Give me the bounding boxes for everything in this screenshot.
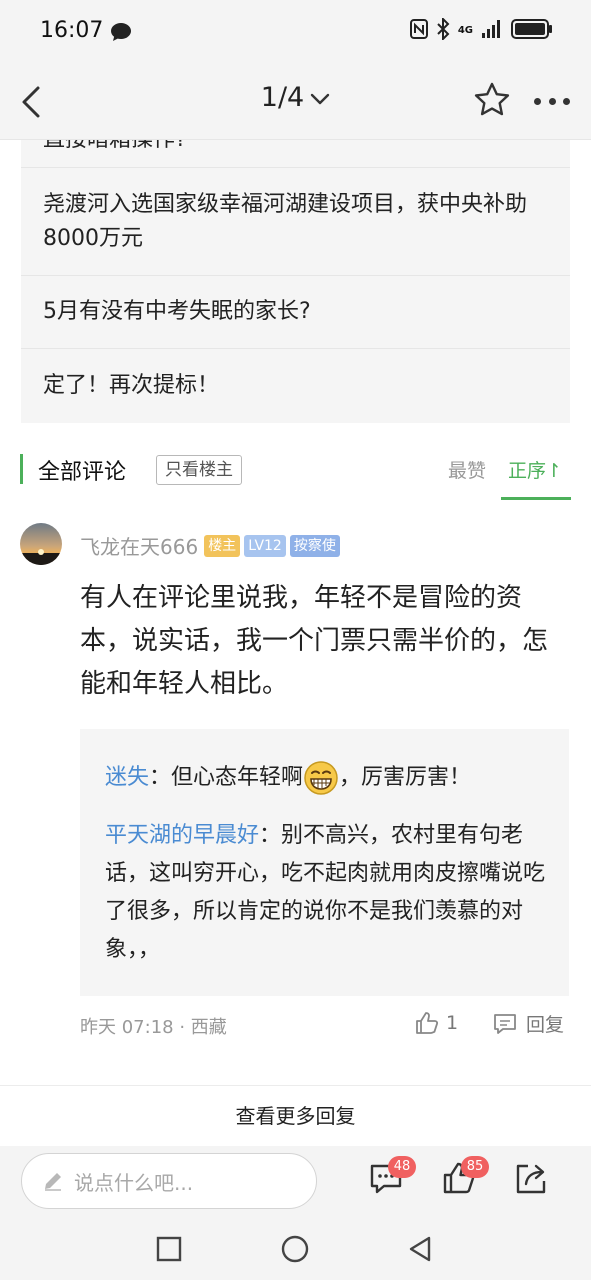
comments-header: 全部评论 只看楼主 最赞 正序↾: [0, 440, 591, 500]
comment-like-button[interactable]: 1: [414, 1010, 458, 1036]
share-button[interactable]: [514, 1160, 554, 1200]
comment-like-count: 1: [446, 1012, 459, 1034]
related-posts-list: 直接暗箱操作? 尧渡河入选国家级幸福河湖建设项目，获中央补助8000万元 5月有…: [21, 140, 570, 423]
section-marker: [20, 454, 23, 484]
reply-label: 回复: [526, 1014, 565, 1036]
comment-input[interactable]: 说点什么吧...: [21, 1153, 317, 1209]
comment-username[interactable]: 飞龙在天666: [80, 531, 198, 560]
reply-author[interactable]: 平天湖的早晨好: [105, 823, 259, 848]
view-more-replies-button[interactable]: 查看更多回复: [0, 1085, 591, 1146]
share-icon: [516, 1164, 546, 1194]
reply-text-tail: ，厉害厉害！: [339, 765, 472, 790]
comments-count-button[interactable]: 48: [368, 1156, 416, 1200]
related-post-item[interactable]: 5月有没有中考失眠的家长?: [21, 276, 570, 349]
page-indicator-text: 1/4: [260, 82, 305, 113]
reply-author[interactable]: 迷失: [105, 765, 149, 790]
battery-icon: [511, 18, 553, 44]
top-nav-bar: 1/4: [0, 64, 591, 140]
comment-count-badge: 48: [388, 1156, 416, 1178]
bluetooth-icon: [436, 16, 450, 44]
more-options-button[interactable]: [530, 84, 574, 118]
square-icon: [156, 1236, 182, 1262]
triangle-back-icon: [409, 1236, 431, 1262]
signal-icon: [481, 19, 503, 43]
active-tab-underline: [501, 497, 571, 500]
avatar[interactable]: [20, 523, 62, 565]
owner-badge: 楼主: [204, 534, 241, 557]
circle-icon: [281, 1235, 309, 1263]
status-time: 16:07: [40, 18, 104, 43]
sort-best-tab[interactable]: 最赞: [448, 456, 486, 483]
related-post-item[interactable]: 直接暗箱操作?: [21, 140, 570, 168]
system-nav-bar: [0, 1218, 591, 1280]
level-badge: LV12: [244, 534, 286, 557]
more-dot-icon: [548, 97, 556, 105]
bottom-action-bar: 说点什么吧... 48 85: [0, 1146, 591, 1218]
reply-item[interactable]: 迷失：但心态年轻啊 ，厉害厉害！: [105, 759, 550, 797]
related-post-item[interactable]: 定了！再次提标！: [21, 349, 570, 423]
like-count-badge: 85: [461, 1156, 489, 1178]
recents-button[interactable]: [154, 1234, 184, 1264]
comment-reply-button[interactable]: 回复: [492, 1010, 564, 1037]
like-count-button[interactable]: 85: [441, 1156, 489, 1200]
network-type-label: 4G: [457, 25, 473, 36]
favorite-button[interactable]: [472, 80, 512, 120]
comment-input-placeholder: 说点什么吧...: [74, 1170, 194, 1195]
more-dot-icon: [563, 97, 570, 105]
star-icon: [474, 82, 510, 116]
chevron-down-icon: [310, 82, 330, 113]
comment-author-line: 飞龙在天666 楼主 LV12 按察使: [80, 531, 340, 560]
op-only-toggle[interactable]: 只看楼主: [156, 455, 242, 485]
sort-order-tab[interactable]: 正序↾: [508, 456, 562, 483]
replies-box[interactable]: 迷失：但心态年轻啊 ，厉害厉害！ 平天湖的早晨好：别不高兴，农村里有句老话，这叫…: [80, 729, 569, 996]
reply-text: 但心态年轻啊: [171, 765, 304, 790]
pencil-icon: [45, 1173, 61, 1191]
back-nav-button[interactable]: [405, 1234, 435, 1264]
thumbs-up-icon: [416, 1012, 439, 1034]
more-dot-icon: [534, 97, 541, 105]
status-bar: 16:07 4G: [0, 0, 591, 64]
home-button[interactable]: [280, 1234, 310, 1264]
status-icons: 4G: [409, 16, 553, 44]
all-comments-title: 全部评论: [38, 460, 127, 485]
grinning-emoji-icon: [303, 760, 339, 796]
nfc-icon: [409, 19, 428, 43]
comment-meta: 昨天 07:18 · 西藏: [80, 1017, 227, 1038]
comment-text: 有人在评论里说我，年轻不是冒险的资本，说实话，我一个门票只需半价的，怎能和年轻人…: [80, 583, 549, 699]
chat-bubble-icon: [110, 22, 132, 46]
related-post-item[interactable]: 尧渡河入选国家级幸福河湖建设项目，获中央补助8000万元: [21, 168, 570, 276]
reply-bubble-icon: [494, 1013, 516, 1034]
reply-item[interactable]: 平天湖的早晨好：别不高兴，农村里有句老话，这叫穷开心，吃不起肉就用肉皮擦嘴说吃了…: [105, 817, 550, 969]
role-badge: 按察使: [289, 534, 340, 557]
